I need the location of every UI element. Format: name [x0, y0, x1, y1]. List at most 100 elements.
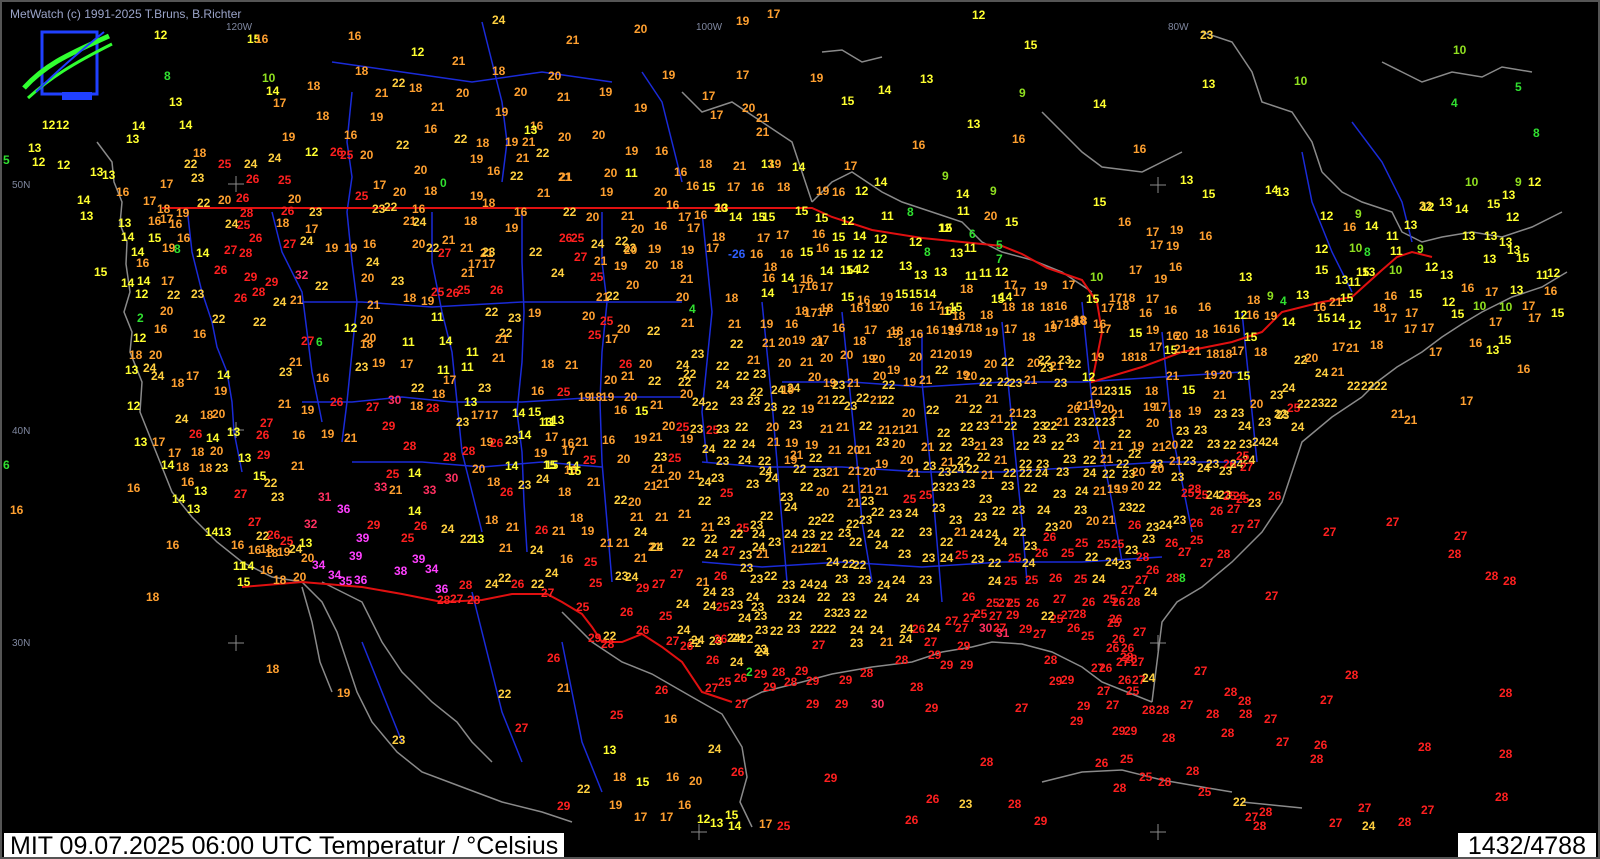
- station-temp: 11: [957, 204, 970, 218]
- station-temp: 12: [344, 321, 358, 335]
- station-temp: 28: [1142, 703, 1156, 717]
- station-temp: 23: [1119, 500, 1133, 514]
- station-temp: 26: [731, 765, 745, 779]
- station-temp: 21: [630, 510, 644, 524]
- station-temp: 32: [295, 268, 309, 282]
- station-temp: 25: [955, 548, 969, 562]
- copyright-credit: MetWatch (c) 1991-2025 T.Bruns, B.Richte…: [10, 7, 242, 21]
- station-temp: 24: [545, 566, 559, 580]
- station-temp: 18: [570, 511, 584, 525]
- station-temp: 28: [437, 593, 451, 607]
- station-temp: 16: [910, 327, 924, 341]
- station-temp: 21: [847, 496, 861, 510]
- station-temp: 21: [678, 507, 692, 521]
- station-temp: 23: [976, 419, 990, 433]
- station-temp: 16: [686, 179, 700, 193]
- station-temp: 24: [850, 623, 864, 637]
- station-temp: 23: [1102, 415, 1116, 429]
- station-temp: 25: [401, 531, 415, 545]
- station-temp: 23: [768, 535, 782, 549]
- station-temp: 16: [116, 185, 130, 199]
- station-temp: 29: [1061, 673, 1075, 687]
- station-temp: 21: [791, 542, 805, 556]
- station-temp: 16: [154, 322, 168, 336]
- station-temp: 8: [924, 245, 931, 259]
- station-temp: 22: [969, 402, 983, 416]
- station-temp: 13: [1276, 185, 1290, 199]
- station-temp: 23: [508, 311, 522, 325]
- station-temp: 21: [461, 266, 475, 280]
- station-temp: 9: [1267, 289, 1274, 303]
- station-temp: 17: [1231, 344, 1245, 358]
- station-temp: 16: [166, 538, 180, 552]
- station-temp: 14: [518, 428, 532, 442]
- station-temp: 13: [1440, 268, 1454, 282]
- station-temp: 23: [850, 636, 864, 650]
- station-temp: 17: [373, 178, 387, 192]
- station-temp: 18: [1206, 347, 1220, 361]
- station-temp: 20: [624, 243, 638, 257]
- station-temp: 16: [514, 205, 528, 219]
- station-temp: 21: [1024, 373, 1038, 387]
- station-temp: 28: [1253, 819, 1267, 833]
- station-temp: 23: [755, 623, 769, 637]
- station-temp: 27: [666, 634, 680, 648]
- station-temp: 27: [515, 721, 529, 735]
- station-temp: 17: [1150, 238, 1164, 252]
- station-temp: 23: [787, 622, 801, 636]
- station-temp: 28: [462, 444, 476, 458]
- station-temp: 17: [634, 810, 648, 824]
- station-temp: 23: [990, 435, 1004, 449]
- station-temp: 12: [856, 262, 870, 276]
- station-temp: 18: [670, 258, 684, 272]
- station-temp: 24: [1159, 518, 1173, 532]
- station-temp: 24: [705, 547, 719, 561]
- station-temp: 23: [730, 394, 744, 408]
- station-temp: 24: [784, 527, 798, 541]
- station-temp: 12: [154, 28, 168, 42]
- station-temp: 9: [1515, 175, 1522, 189]
- station-temp: 23: [858, 573, 872, 587]
- station-temp: 11: [402, 335, 415, 349]
- station-temp: 28: [1224, 685, 1238, 699]
- station-temp: 21: [847, 376, 861, 390]
- station-temp: 24: [1035, 466, 1049, 480]
- station-temp: 22: [940, 535, 954, 549]
- station-temp: 18: [316, 109, 330, 123]
- station-temp: 24: [691, 633, 705, 647]
- station-temp: 26: [236, 191, 250, 205]
- station-temp: 14: [874, 175, 888, 189]
- station-temp: 16: [316, 371, 330, 385]
- station-temp: 23: [1066, 431, 1080, 445]
- station-temp: 27: [1265, 589, 1279, 603]
- station-temp: 9: [942, 169, 949, 183]
- station-temp: 4: [1451, 96, 1458, 110]
- station-temp: 28: [860, 666, 874, 680]
- station-temp: 17: [562, 444, 576, 458]
- station-temp: 19: [601, 390, 615, 404]
- station-temp: 26: [1112, 595, 1126, 609]
- station-temp: 21: [291, 459, 305, 473]
- station-temp: 19: [662, 68, 676, 82]
- station-temp: 25: [588, 328, 602, 342]
- station-temp: 24: [742, 437, 756, 451]
- station-temp: 15: [1202, 187, 1216, 201]
- station-temp: 16: [1227, 322, 1241, 336]
- station-temp: 16: [850, 301, 864, 315]
- station-temp: 21: [1100, 452, 1114, 466]
- station-temp: 26: [706, 653, 720, 667]
- station-temp: 23: [1200, 28, 1214, 42]
- station-temp: 12: [42, 118, 56, 132]
- station-temp: 17: [1062, 278, 1076, 292]
- station-temp: 25: [386, 467, 400, 481]
- station-temp: 21: [907, 466, 921, 480]
- station-temp: 23: [1033, 432, 1047, 446]
- station-temp: 15: [1451, 307, 1465, 321]
- station-temp: 13: [194, 484, 208, 498]
- station-temp: 16: [805, 279, 819, 293]
- station-temp: 14: [241, 559, 255, 573]
- station-temp: 25: [1139, 770, 1153, 784]
- station-temp: 29: [244, 270, 258, 284]
- station-temp: 24: [905, 506, 919, 520]
- station-temp: 13: [1335, 273, 1349, 287]
